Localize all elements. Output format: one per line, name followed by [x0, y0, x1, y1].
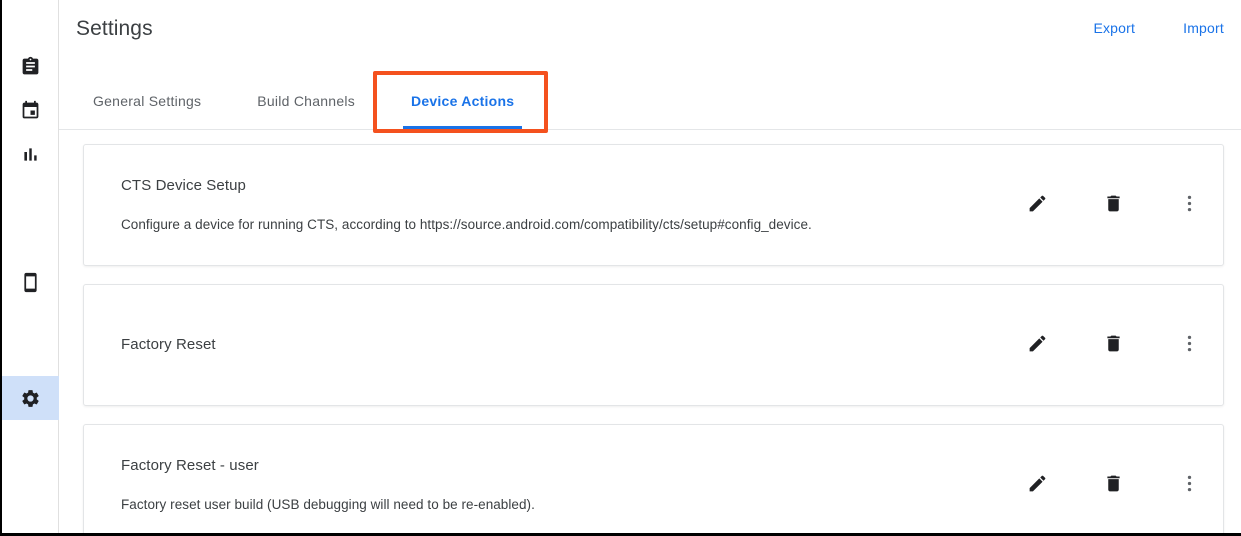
device-action-title: Factory Reset - user [121, 457, 259, 474]
tab-spacer [217, 72, 241, 129]
page-header: Settings Export Import [59, 0, 1241, 72]
sidebar-item-devices[interactable] [2, 260, 59, 304]
settings-tabs: General Settings Build Channels Device A… [59, 72, 1241, 130]
device-action-title: CTS Device Setup [121, 177, 246, 194]
device-action-card[interactable]: CTS Device Setup Configure a device for … [83, 144, 1224, 266]
sidebar-item-schedules[interactable] [2, 88, 59, 132]
left-nav-rail [2, 0, 59, 533]
card-body: Factory Reset [121, 334, 997, 356]
tab-general-settings[interactable]: General Settings [77, 72, 217, 129]
tab-device-actions[interactable]: Device Actions [395, 72, 530, 129]
tab-spacer [371, 72, 395, 129]
settings-page: Settings Export Import General Settings … [0, 0, 1241, 536]
gear-icon [20, 388, 41, 409]
device-actions-list: CTS Device Setup Configure a device for … [59, 130, 1241, 533]
device-action-description: Configure a device for running CTS, acco… [121, 217, 812, 232]
more-options-button[interactable] [1177, 193, 1201, 217]
card-body: CTS Device Setup Configure a device for … [121, 175, 997, 235]
export-button[interactable]: Export [1093, 20, 1135, 36]
bar-chart-icon [20, 144, 41, 165]
card-body: Factory Reset - user Factory reset user … [121, 455, 997, 515]
sidebar-item-reports[interactable] [2, 132, 59, 176]
delete-button[interactable] [1101, 193, 1125, 217]
calendar-icon [20, 100, 41, 121]
more-vertical-icon [1179, 333, 1200, 357]
content-area: Settings Export Import General Settings … [59, 0, 1241, 533]
trash-icon [1103, 473, 1124, 497]
trash-icon [1103, 333, 1124, 357]
device-action-card[interactable]: Factory Reset [83, 284, 1224, 406]
device-action-card[interactable]: Factory Reset - user Factory reset user … [83, 424, 1224, 533]
device-action-description: Factory reset user build (USB debugging … [121, 497, 535, 512]
delete-button[interactable] [1101, 473, 1125, 497]
delete-button[interactable] [1101, 333, 1125, 357]
more-options-button[interactable] [1177, 333, 1201, 357]
edit-button[interactable] [1025, 333, 1049, 357]
smartphone-icon [20, 272, 41, 293]
edit-button[interactable] [1025, 473, 1049, 497]
pencil-icon [1027, 333, 1048, 357]
card-actions [997, 333, 1201, 357]
page-title: Settings [76, 17, 153, 40]
pencil-icon [1027, 473, 1048, 497]
trash-icon [1103, 193, 1124, 217]
card-actions [997, 473, 1201, 497]
edit-button[interactable] [1025, 193, 1049, 217]
import-button[interactable]: Import [1183, 20, 1224, 36]
more-vertical-icon [1179, 473, 1200, 497]
sidebar-item-settings[interactable] [2, 376, 59, 420]
assignment-icon [20, 56, 41, 77]
more-vertical-icon [1179, 193, 1200, 217]
more-options-button[interactable] [1177, 473, 1201, 497]
header-actions: Export Import [1093, 16, 1224, 36]
pencil-icon [1027, 193, 1048, 217]
card-actions [997, 193, 1201, 217]
device-action-title: Factory Reset [121, 336, 216, 353]
sidebar-item-test-runs[interactable] [2, 44, 59, 88]
tab-build-channels[interactable]: Build Channels [241, 72, 371, 129]
